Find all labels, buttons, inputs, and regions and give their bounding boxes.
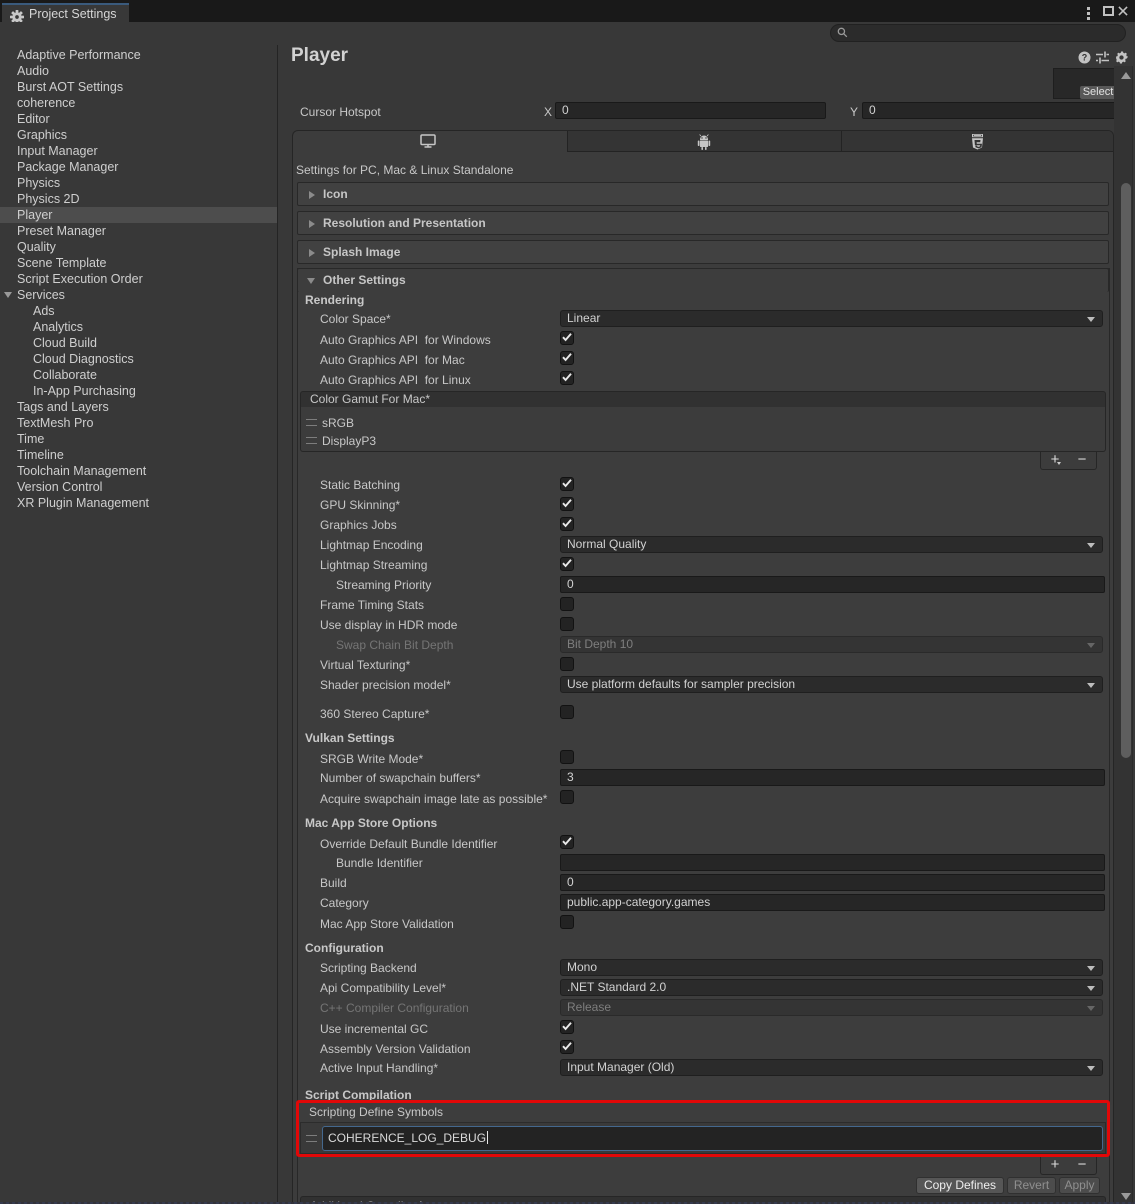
svg-text:?: ? bbox=[1082, 53, 1088, 63]
